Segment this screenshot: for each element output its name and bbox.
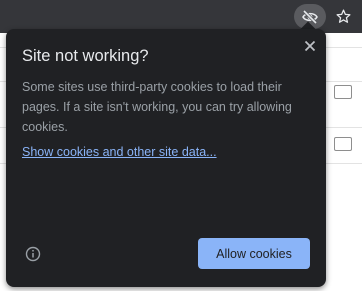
page-icon [334,85,352,99]
bubble-title: Site not working? [22,47,149,65]
info-button[interactable] [24,245,42,263]
show-cookies-link[interactable]: Show cookies and other site data... [22,145,217,159]
close-button[interactable] [300,36,320,56]
star-icon [335,9,351,23]
bubble-description: Some sites use third-party cookies to lo… [22,80,292,134]
site-not-working-bubble: Site not working? Some sites use third-p… [6,29,326,287]
info-icon [25,246,41,262]
allow-cookies-button[interactable]: Allow cookies [198,238,310,269]
page-icon [334,137,352,151]
bookmark-button[interactable] [332,4,354,29]
close-icon [304,40,316,52]
